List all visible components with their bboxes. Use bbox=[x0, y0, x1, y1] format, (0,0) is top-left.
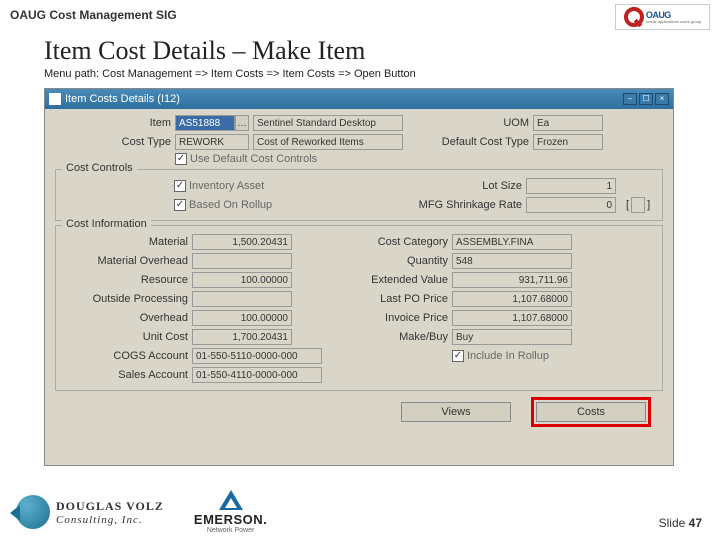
maximize-button[interactable]: ☐ bbox=[639, 93, 653, 105]
overhead-label: Overhead bbox=[62, 312, 192, 324]
bracket-right: ] bbox=[647, 199, 650, 211]
costs-button[interactable]: Costs bbox=[536, 402, 646, 422]
invoice-label: Invoice Price bbox=[292, 312, 452, 324]
sales-label: Sales Account bbox=[62, 369, 192, 381]
use-default-label: Use Default Cost Controls bbox=[190, 153, 317, 165]
checkbox-icon: ✓ bbox=[452, 350, 464, 362]
checkbox-icon: ✓ bbox=[175, 153, 187, 165]
minimize-button[interactable]: – bbox=[623, 93, 637, 105]
logo-oaug: OAUG oracle applications users group bbox=[615, 4, 710, 30]
lastpo-label: Last PO Price bbox=[292, 293, 452, 305]
oaug-sub: oracle applications users group bbox=[646, 20, 701, 24]
dvc-line1: DOUGLAS VOLZ bbox=[56, 499, 164, 514]
emerson-triangle-icon bbox=[219, 490, 243, 510]
shrinkage-label: MFG Shrinkage Rate bbox=[374, 199, 526, 211]
unitcost-field: 1,700.20431 bbox=[192, 329, 292, 345]
include-rollup-label: Include In Rollup bbox=[467, 350, 549, 362]
uom-field: Ea bbox=[533, 115, 603, 131]
views-button[interactable]: Views bbox=[401, 402, 511, 422]
flex-field[interactable] bbox=[631, 197, 645, 213]
shrinkage-field[interactable]: 0 bbox=[526, 197, 616, 213]
close-button[interactable]: × bbox=[655, 93, 669, 105]
globe-icon bbox=[16, 495, 50, 529]
based-on-rollup-checkbox[interactable]: ✓ Based On Rollup bbox=[174, 199, 374, 211]
material-field: 1,500.20431 bbox=[192, 234, 292, 250]
invoice-field: 1,107.68000 bbox=[452, 310, 572, 326]
item-label: Item bbox=[55, 117, 175, 129]
quantity-field: 548 bbox=[452, 253, 572, 269]
extval-label: Extended Value bbox=[292, 274, 452, 286]
lotsize-label: Lot Size bbox=[374, 180, 526, 192]
inventory-asset-checkbox[interactable]: ✓ Inventory Asset bbox=[174, 180, 374, 192]
uom-label: UOM bbox=[403, 117, 533, 129]
moh-field bbox=[192, 253, 292, 269]
defcost-label: Default Cost Type bbox=[403, 136, 533, 148]
checkbox-icon: ✓ bbox=[174, 180, 186, 192]
lotsize-field[interactable]: 1 bbox=[526, 178, 616, 194]
header-sig: OAUG Cost Management SIG bbox=[10, 8, 177, 22]
oaug-q-icon bbox=[624, 7, 644, 27]
costtype-field[interactable]: REWORK bbox=[175, 134, 249, 150]
costs-highlight: Costs bbox=[531, 397, 651, 427]
emerson-sub: Network Power bbox=[194, 527, 267, 534]
dvc-line2: Consulting, Inc. bbox=[56, 514, 164, 526]
lastpo-field: 1,107.68000 bbox=[452, 291, 572, 307]
costcat-field: ASSEMBLY.FINA bbox=[452, 234, 572, 250]
cost-controls-legend: Cost Controls bbox=[62, 162, 137, 174]
cost-info-legend: Cost Information bbox=[62, 218, 151, 230]
moh-label: Material Overhead bbox=[62, 255, 192, 267]
menu-path: Menu path: Cost Management => Item Costs… bbox=[44, 68, 416, 80]
outside-label: Outside Processing bbox=[62, 293, 192, 305]
unitcost-label: Unit Cost bbox=[62, 331, 192, 343]
costtype-label: Cost Type bbox=[55, 136, 175, 148]
item-lov-button[interactable]: … bbox=[235, 115, 249, 131]
defcost-field: Frozen bbox=[533, 134, 603, 150]
cogs-field: 01-550-5110-0000-000 bbox=[192, 348, 322, 364]
overhead-field: 100.00000 bbox=[192, 310, 292, 326]
makebuy-label: Make/Buy bbox=[292, 331, 452, 343]
footer-logos: DOUGLAS VOLZ Consulting, Inc. EMERSON. N… bbox=[16, 490, 267, 534]
costtype-desc-field: Cost of Reworked Items bbox=[253, 134, 403, 150]
inventory-asset-label: Inventory Asset bbox=[189, 180, 264, 192]
outside-field bbox=[192, 291, 292, 307]
makebuy-field: Buy bbox=[452, 329, 572, 345]
logo-emerson: EMERSON. Network Power bbox=[194, 490, 267, 534]
emerson-text: EMERSON. bbox=[194, 512, 267, 527]
cost-info-group: Cost Information Material 1,500.20431 Co… bbox=[55, 225, 663, 391]
use-default-checkbox[interactable]: ✓ Use Default Cost Controls bbox=[175, 153, 317, 165]
quantity-label: Quantity bbox=[292, 255, 452, 267]
page-title: Item Cost Details – Make Item bbox=[44, 36, 365, 66]
include-rollup-checkbox[interactable]: ✓ Include In Rollup bbox=[452, 350, 549, 362]
resource-label: Resource bbox=[62, 274, 192, 286]
costcat-label: Cost Category bbox=[292, 236, 452, 248]
sales-field: 01-550-4110-0000-000 bbox=[192, 367, 322, 383]
based-on-rollup-label: Based On Rollup bbox=[189, 199, 272, 211]
cost-controls-group: Cost Controls ✓ Inventory Asset Lot Size… bbox=[55, 169, 663, 221]
item-field[interactable]: AS51888 bbox=[175, 115, 235, 131]
item-desc-field: Sentinel Standard Desktop bbox=[253, 115, 403, 131]
app-window: Item Costs Details (I12) – ☐ × Item AS51… bbox=[44, 88, 674, 466]
slide-number: Slide 47 bbox=[659, 516, 702, 530]
bracket-left: [ bbox=[626, 199, 629, 211]
window-icon bbox=[49, 93, 61, 105]
extval-field: 931,711.96 bbox=[452, 272, 572, 288]
logo-douglas-volz: DOUGLAS VOLZ Consulting, Inc. bbox=[16, 495, 164, 529]
cogs-label: COGS Account bbox=[62, 350, 192, 362]
checkbox-icon: ✓ bbox=[174, 199, 186, 211]
resource-field: 100.00000 bbox=[192, 272, 292, 288]
material-label: Material bbox=[62, 236, 192, 248]
window-title: Item Costs Details (I12) bbox=[65, 93, 180, 105]
titlebar: Item Costs Details (I12) – ☐ × bbox=[45, 89, 673, 109]
